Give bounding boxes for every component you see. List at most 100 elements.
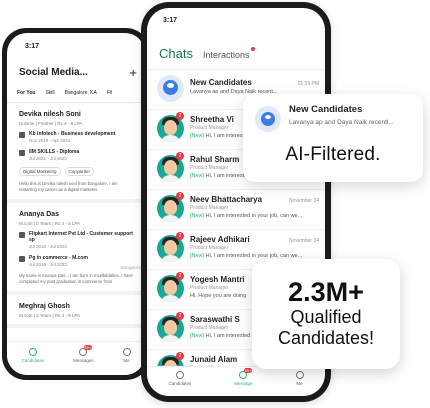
briefcase-icon (19, 132, 25, 138)
experience-text: Kb infotech - Business development (29, 131, 116, 137)
experience-row: Flipkart Internet Pvt Ltd - Customer sup… (19, 231, 135, 251)
nav-me[interactable]: Me (122, 348, 131, 375)
tab-label: Interactions (202, 50, 250, 60)
nav-candidates[interactable]: Candidates (168, 371, 191, 396)
new-candidates-icon (157, 75, 184, 102)
chat-role: Product Manager (190, 205, 229, 211)
stats-line: Candidates! (277, 328, 375, 349)
filter-location[interactable]: Bangalore, KA (65, 90, 97, 96)
chat-body: Rajeev Adhikari November 24 Product Manage… (190, 235, 319, 259)
candidate-description: My name is Ananya Das... I am born in mc… (19, 273, 133, 284)
unread-badge: 2 (176, 152, 184, 160)
filter-skill[interactable]: Skill (45, 90, 54, 96)
education-dates: Jul 2018 - Jul 2022 (29, 261, 68, 267)
profile-icon (122, 348, 131, 356)
new-tag: [New] (190, 213, 205, 219)
candidate-name: Devika nilesh Soni (19, 111, 81, 118)
back-phone-screen: 3:17 Social Media... + For You Skill Ban… (7, 33, 145, 375)
nav-label: Messages (73, 358, 94, 363)
nav-messages[interactable]: 99+ Message (234, 368, 253, 396)
education-row: IIM SKILLS - Diploma Jul 2021 - Jul 2022 (19, 149, 135, 162)
unread-badge: 2 (176, 312, 184, 320)
nav-label: Me (296, 381, 303, 386)
new-candidates-icon (255, 106, 281, 132)
ai-card-headline: AI-Filtered. (285, 144, 381, 165)
chat-message: Hi, Hope you are doing (190, 293, 247, 299)
candidates-icon (175, 371, 184, 379)
stats-number: 2.3M+ (288, 277, 364, 308)
candidate-meta: M.com | 0 Years | Rs 4 - 5 LPA (19, 220, 81, 226)
message-icon: 99+ (239, 368, 253, 379)
candidate-description: Hello this is Devika nilesh soni from ba… (19, 181, 118, 192)
chat-tabs: Chats Interactions (147, 28, 325, 61)
unread-badge: 2 (176, 272, 184, 280)
chat-time: November 24 (288, 198, 319, 204)
candidate-location: Bangalore (120, 264, 141, 270)
chat-time: November 24 (288, 238, 319, 244)
skill-tag: Copywriter (64, 167, 95, 176)
back-phone: 3:17 Social Media... + For You Skill Ban… (2, 28, 150, 380)
tab-interactions[interactable]: Interactions (202, 47, 255, 60)
unread-badge: 99+ (243, 368, 253, 373)
message-icon: 99+ (79, 345, 93, 356)
ai-card-header: New Candidates Lavanya ap and Daya Naik … (255, 104, 411, 132)
candidate-card[interactable]: Meghraj Ghosh M.com | 3 Years | Rs 4 - 5… (7, 295, 145, 328)
chat-body: Neev Bhattacharya November 24 Product Mana… (190, 195, 319, 219)
nav-label: Message (234, 381, 253, 386)
nav-me[interactable]: Me (295, 371, 304, 396)
education-text: IIM SKILLS - Diploma (29, 149, 80, 155)
tab-chats[interactable]: Chats (159, 46, 193, 61)
candidates-icon (28, 348, 37, 356)
chat-name: Rahul Sharm (190, 155, 240, 164)
education-dates: Jul 2021 - Jul 2022 (29, 155, 68, 161)
new-tag: [New] (190, 133, 205, 139)
nav-candidates[interactable]: Candidates (21, 348, 44, 375)
chat-name: New Candidates (190, 78, 252, 87)
add-button[interactable]: + (129, 65, 137, 80)
status-time: 3:17 (163, 17, 178, 24)
experience-text: Flipkart Internet Pvt Ltd - Customer sup… (29, 230, 133, 244)
chat-message: Hi, I am interested in (205, 333, 257, 339)
nav-label: Me (123, 358, 130, 363)
filter-for-you[interactable]: For You (17, 90, 35, 96)
chat-name: Rajeev Adhikari (190, 235, 250, 244)
chat-preview: [New] Hi, I am interested in your job, c… (190, 213, 319, 219)
education-text: Pg in commerce - M.com (29, 255, 88, 262)
chat-name: Saraswathi S (190, 315, 240, 324)
ai-filtered-card: New Candidates Lavanya ap and Daya Naik … (243, 94, 423, 182)
chat-name: Yogesh Mantri (190, 275, 245, 284)
page-title: Social Media... (19, 67, 88, 78)
profile-icon (295, 371, 304, 379)
ai-card-title: New Candidates (289, 104, 363, 115)
stats-card: 2.3M+ Qualified Candidates! (252, 259, 400, 369)
filter-bar: For You Skill Bangalore, KA Fil (7, 80, 145, 96)
skill-tag: Digital Marketing (19, 167, 61, 176)
chat-message: Hi, I am interested in your job, can we.… (205, 213, 303, 219)
ai-card-subtitle: Lavanya ap and Daya Naik recentl... (289, 119, 394, 126)
chat-role: Product Manager (190, 245, 229, 251)
chat-time: 01:59 PM (297, 81, 319, 87)
education-row: Pg in commerce - M.com Jul 2018 - Jul 202… (19, 255, 135, 268)
education-icon (19, 256, 25, 263)
chat-item[interactable]: 2 Neev Bhattacharya November 24 Product Man… (147, 190, 325, 230)
candidate-card[interactable]: Devika nilesh Soni Dolome | Fresher | Rs… (7, 103, 145, 203)
education-icon (19, 150, 25, 156)
unread-badge: 2 (176, 192, 184, 200)
bottom-nav: Candidates 99+ Messages Me (7, 341, 145, 375)
skill-tags: Digital Marketing Copywriter (19, 167, 135, 176)
candidate-card[interactable]: Ananya Das M.com | 0 Years | Rs 4 - 5 LP… (7, 203, 145, 295)
chat-name: Junaid Alam (190, 355, 238, 364)
candidate-name: Meghraj Ghosh (19, 302, 70, 310)
filter-more[interactable]: Fil (107, 90, 112, 96)
chat-name: Shreetha Vi (190, 115, 234, 124)
unread-badge: 2 (176, 232, 184, 240)
back-header: Social Media... + (7, 53, 145, 80)
bottom-nav: Candidates 99+ Message Me (147, 366, 325, 396)
unread-badge: 2 (176, 352, 184, 360)
nav-messages[interactable]: 99+ Messages (73, 345, 94, 375)
candidate-meta: M.com | 3 Years | Rs 4 - 5 LPA (19, 312, 81, 318)
unread-badge: 99+ (83, 345, 93, 350)
notification-dot (250, 47, 255, 51)
experience-dates: Nov 2019 - Apr 2021 (29, 137, 71, 143)
new-tag: [New] (190, 253, 205, 259)
